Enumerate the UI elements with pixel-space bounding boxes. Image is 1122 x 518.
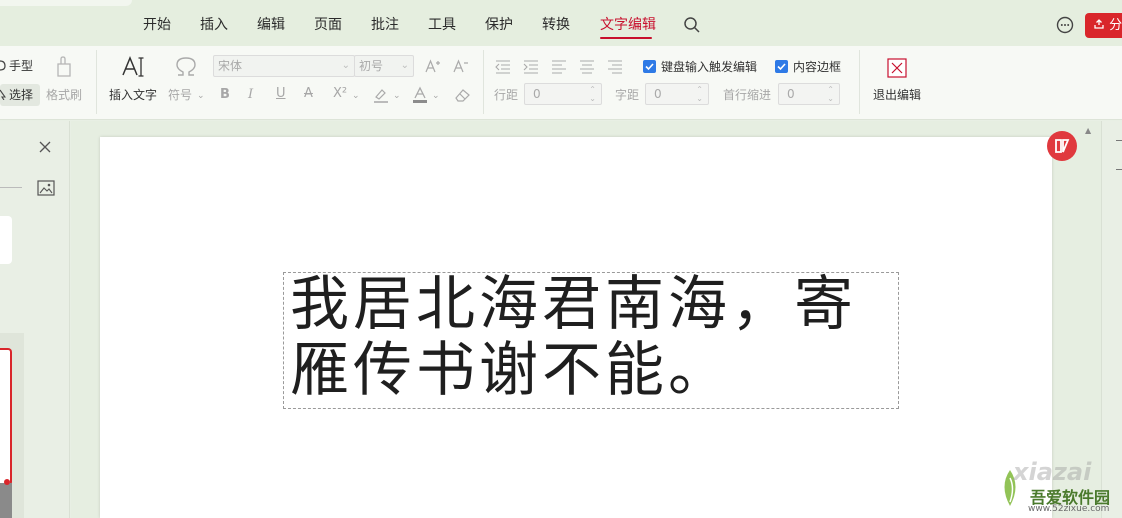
share-label: 分 [1109, 18, 1122, 33]
font-name-value: 宋体 [218, 59, 243, 73]
panel-card[interactable] [0, 216, 12, 264]
tab-convert[interactable]: 转换 [542, 15, 570, 35]
panel-divider [0, 187, 22, 188]
ribbon-divider [483, 50, 484, 114]
content-border-label[interactable]: 内容边框 [793, 59, 841, 75]
symbol-label[interactable]: 符号 [168, 87, 192, 103]
chevron-down-icon: ⌄ [341, 60, 350, 71]
insert-text-label[interactable]: 插入文字 [109, 87, 157, 103]
decrease-indent-icon[interactable] [495, 60, 511, 74]
format-painter-label[interactable]: 格式刷 [46, 87, 82, 103]
spin-down-icon[interactable]: ⌄ [589, 95, 596, 103]
select-arrow-icon [0, 89, 6, 100]
font-color-dropdown-icon[interactable]: ⌄ [432, 88, 440, 104]
tab-insert[interactable]: 插入 [200, 15, 228, 35]
tab-edit[interactable]: 编辑 [257, 15, 285, 35]
spin-up-icon[interactable]: ⌃ [589, 86, 596, 94]
superscript-dropdown-icon[interactable]: ⌄ [352, 88, 360, 104]
text-line: 雁传书谢不能。 [290, 335, 732, 404]
line-spacing-value: 0 [533, 87, 541, 101]
chevron-down-icon: ⌄ [400, 60, 409, 71]
align-center-icon[interactable] [579, 60, 595, 74]
menu-bar: 开始 插入 编辑 页面 批注 工具 保护 转换 文字编辑 分 [0, 0, 1122, 46]
strikethrough-icon[interactable]: A [304, 86, 313, 102]
font-size-value: 初号 [359, 59, 384, 73]
tab-tools[interactable]: 工具 [428, 15, 456, 35]
font-color-icon[interactable] [411, 86, 429, 104]
char-spacing-value: 0 [654, 87, 662, 101]
font-increase-icon[interactable] [425, 58, 441, 74]
hand-tool-label[interactable]: 手型 [9, 58, 33, 74]
underline-icon[interactable]: U [276, 86, 286, 102]
keyboard-trigger-checkbox[interactable] [643, 60, 656, 73]
bold-icon[interactable]: B [220, 87, 230, 103]
char-spacing-input[interactable]: 0 ⌃ ⌄ [645, 83, 709, 105]
first-indent-value: 0 [787, 87, 795, 101]
italic-icon[interactable]: I [248, 87, 253, 103]
spin-down-icon[interactable]: ⌄ [696, 95, 703, 103]
share-button[interactable]: 分 [1085, 13, 1122, 38]
superscript-icon[interactable]: X² [333, 86, 347, 102]
format-painter-icon[interactable] [54, 56, 74, 78]
tab-protect[interactable]: 保护 [485, 15, 513, 35]
keyboard-trigger-label[interactable]: 键盘输入触发编辑 [661, 59, 757, 75]
font-decrease-icon[interactable] [453, 58, 469, 74]
thumbnail-marker [4, 479, 10, 485]
increase-indent-icon[interactable] [523, 60, 539, 74]
search-icon[interactable] [683, 16, 701, 34]
thumbnail-footer [0, 483, 12, 518]
exit-edit-label[interactable]: 退出编辑 [873, 87, 921, 103]
text-line: 我居北海君南海，寄 [290, 269, 858, 338]
tab-text-edit[interactable]: 文字编辑 [600, 15, 656, 35]
font-size-select[interactable]: 初号 ⌄ [354, 55, 414, 77]
page-thumbnail-selected[interactable] [0, 348, 12, 486]
edit-mode-icon [1055, 139, 1070, 153]
active-tab-indicator [600, 37, 652, 39]
document-tab-stub[interactable] [0, 0, 132, 6]
content-border-checkbox[interactable] [775, 60, 788, 73]
exit-edit-icon[interactable] [887, 58, 907, 78]
first-indent-label: 首行缩进 [723, 88, 772, 102]
omega-symbol-icon[interactable] [174, 56, 198, 78]
symbol-dropdown-icon[interactable]: ⌄ [197, 88, 205, 104]
image-view-icon[interactable] [37, 180, 55, 196]
chat-icon[interactable] [1055, 15, 1075, 35]
ribbon-divider [96, 50, 97, 114]
watermark-url: www.52zixue.com [1028, 504, 1110, 514]
align-right-icon[interactable] [607, 60, 623, 74]
thumbnail-panel [0, 121, 70, 518]
font-name-select[interactable]: 宋体 ⌄ [213, 55, 355, 77]
highlight-dropdown-icon[interactable]: ⌄ [393, 88, 401, 104]
tab-page[interactable]: 页面 [314, 15, 342, 35]
tab-start[interactable]: 开始 [143, 15, 171, 35]
highlight-icon[interactable] [372, 87, 390, 104]
insert-text-icon[interactable] [121, 55, 147, 79]
ribbon-divider [859, 50, 860, 114]
hand-icon [0, 60, 6, 71]
line-spacing-label: 行距 [494, 88, 519, 102]
tab-comment[interactable]: 批注 [371, 15, 399, 35]
close-icon[interactable] [38, 140, 52, 154]
watermark-text: xiazai [1013, 458, 1092, 486]
line-spacing-input[interactable]: 0 ⌃ ⌄ [524, 83, 602, 105]
share-icon [1094, 19, 1104, 29]
char-spacing-label: 字距 [615, 88, 640, 102]
spin-up-icon[interactable]: ⌃ [827, 86, 834, 94]
document-text[interactable]: 我居北海君南海，寄 雁传书谢不能。 [290, 271, 900, 403]
spin-up-icon[interactable]: ⌃ [696, 86, 703, 94]
check-icon [777, 63, 786, 71]
first-indent-input[interactable]: 0 ⌃ ⌄ [778, 83, 840, 105]
spin-down-icon[interactable]: ⌄ [827, 95, 834, 103]
edit-mode-badge[interactable] [1047, 131, 1077, 161]
scroll-up-icon[interactable]: ▲ [1085, 126, 1091, 135]
right-sidebar-tab[interactable] [1116, 140, 1122, 180]
ribbon-toolbar: 手型 选择 格式刷 插入文字 符号 ⌄ 宋体 ⌄ 初号 ⌄ B I U A X² [0, 46, 1122, 120]
eraser-icon[interactable] [453, 87, 471, 103]
select-tool-label[interactable]: 选择 [9, 87, 33, 103]
align-left-icon[interactable] [551, 60, 567, 74]
app-window: 开始 插入 编辑 页面 批注 工具 保护 转换 文字编辑 分 手型 选择 格式刷 [0, 0, 1122, 518]
check-icon [645, 63, 654, 71]
